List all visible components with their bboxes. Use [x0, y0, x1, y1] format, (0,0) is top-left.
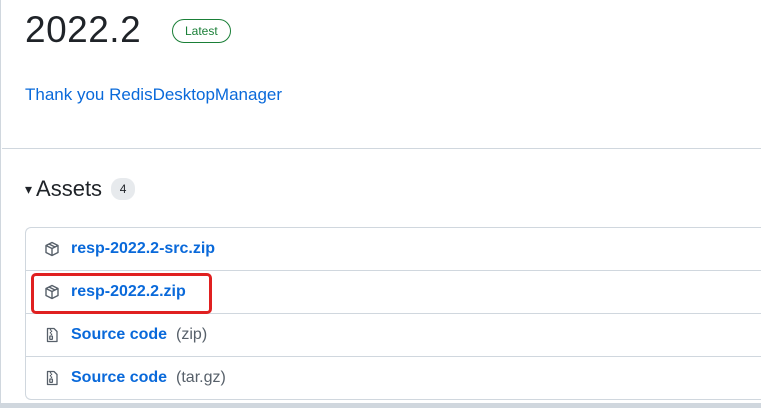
- caret-down-icon: ▾: [25, 180, 33, 197]
- assets-toggle[interactable]: ▾ Assets 4: [25, 176, 136, 202]
- asset-list: resp-2022.2-src.zip resp-2022.2.zip Sour…: [25, 227, 761, 400]
- asset-suffix: (tar.gz): [176, 369, 226, 386]
- release-card: 2022.2 Latest Thank you RedisDesktopMana…: [0, 0, 761, 408]
- release-title[interactable]: 2022.2: [25, 6, 141, 54]
- asset-row[interactable]: resp-2022.2-src.zip: [26, 228, 761, 270]
- assets-count-badge: 4: [111, 178, 136, 200]
- latest-badge: Latest: [172, 19, 231, 43]
- asset-link[interactable]: Source code: [71, 369, 167, 387]
- package-icon: [44, 241, 60, 257]
- file-zip-icon: [44, 327, 60, 343]
- asset-row[interactable]: resp-2022.2.zip: [26, 270, 761, 313]
- package-icon: [44, 284, 60, 300]
- assets-title: Assets: [36, 176, 103, 201]
- asset-link[interactable]: resp-2022.2-src.zip: [71, 240, 215, 258]
- asset-row[interactable]: Source code (tar.gz): [26, 356, 761, 399]
- asset-row[interactable]: Source code (zip): [26, 313, 761, 356]
- bottom-edge: [0, 403, 761, 408]
- file-zip-icon: [44, 370, 60, 386]
- release-notes-link[interactable]: Thank you RedisDesktopManager: [25, 83, 282, 107]
- asset-link[interactable]: Source code: [71, 326, 167, 344]
- asset-link[interactable]: resp-2022.2.zip: [71, 283, 186, 301]
- divider: [2, 148, 761, 149]
- asset-suffix: (zip): [176, 326, 208, 343]
